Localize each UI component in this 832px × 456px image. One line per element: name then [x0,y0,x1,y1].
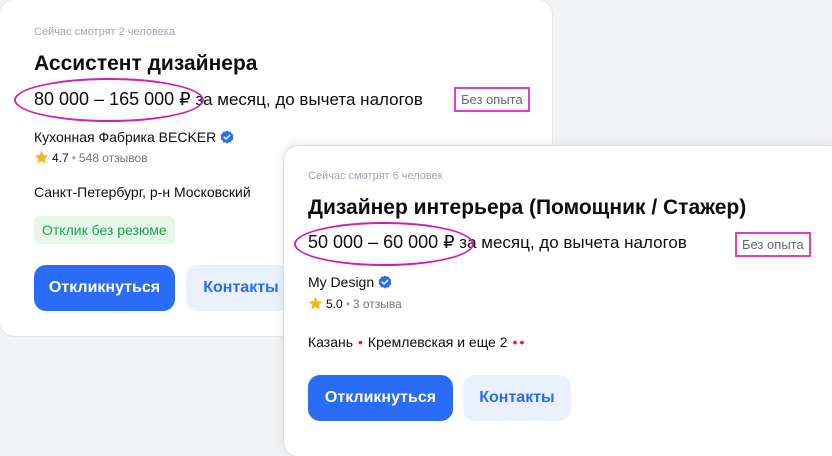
vacancy-location: Санкт-Петербург, р-н Московский [34,184,251,200]
vacancy-title[interactable]: Дизайнер интерьера (Помощник / Стажер) [308,196,746,220]
experience-badge: Без опыта [735,232,811,257]
city: Казань [308,334,354,350]
watching-count: Сейчас смотрят 6 человек [308,170,443,182]
metro-line-icon: • [358,334,363,350]
metro-line-icon: • [519,334,525,350]
vacancy-card-interior-designer[interactable]: Сейчас смотрят 6 человек Дизайнер интерь… [284,146,832,456]
watching-count: Сейчас смотрят 2 человека [34,26,175,38]
company-name[interactable]: Кухонная Фабрика BECKER [34,129,234,145]
rating-value: 5.0 [326,296,343,311]
apply-button[interactable]: Откликнуться [34,265,175,311]
metro-line-icon: • [512,334,518,350]
verified-check-icon [220,130,234,144]
salary-line: 50 000 – 60 000 ₽ за месяц, до вычета на… [308,232,687,253]
company-label: My Design [308,274,375,290]
star-icon [34,150,49,164]
rating-value: 4.7 [52,150,69,165]
company-name[interactable]: My Design [308,274,392,290]
apply-button[interactable]: Откликнуться [308,375,453,421]
company-rating[interactable]: 4.7 • 548 отзывов [34,150,148,165]
reviews-count: 3 отзыва [352,296,402,311]
reviews-count: 548 отзывов [78,150,148,165]
salary-line: 80 000 – 165 000 ₽ за месяц, до вычета н… [34,89,423,110]
vacancy-location: Казань • Кремлевская и еще 2 • • [308,334,529,350]
vacancy-title[interactable]: Ассистент дизайнера [34,52,257,76]
salary-period: за месяц, до вычета налогов [454,233,687,252]
salary-range: 80 000 – 165 000 ₽ [34,89,191,109]
company-label: Кухонная Фабрика BECKER [34,129,217,145]
contacts-button[interactable]: Контакты [186,265,296,311]
metro-stations: Кремлевская и еще 2 [367,334,508,350]
experience-badge: Без опыта [454,87,530,112]
star-icon [308,296,323,310]
company-rating[interactable]: 5.0 • 3 отзыва [308,296,402,311]
salary-range: 50 000 – 60 000 ₽ [308,232,455,252]
verified-check-icon [378,275,392,289]
no-resume-badge: Отклик без резюме [34,216,175,244]
contacts-button[interactable]: Контакты [463,375,571,421]
salary-period: за месяц, до вычета налогов [190,90,423,109]
